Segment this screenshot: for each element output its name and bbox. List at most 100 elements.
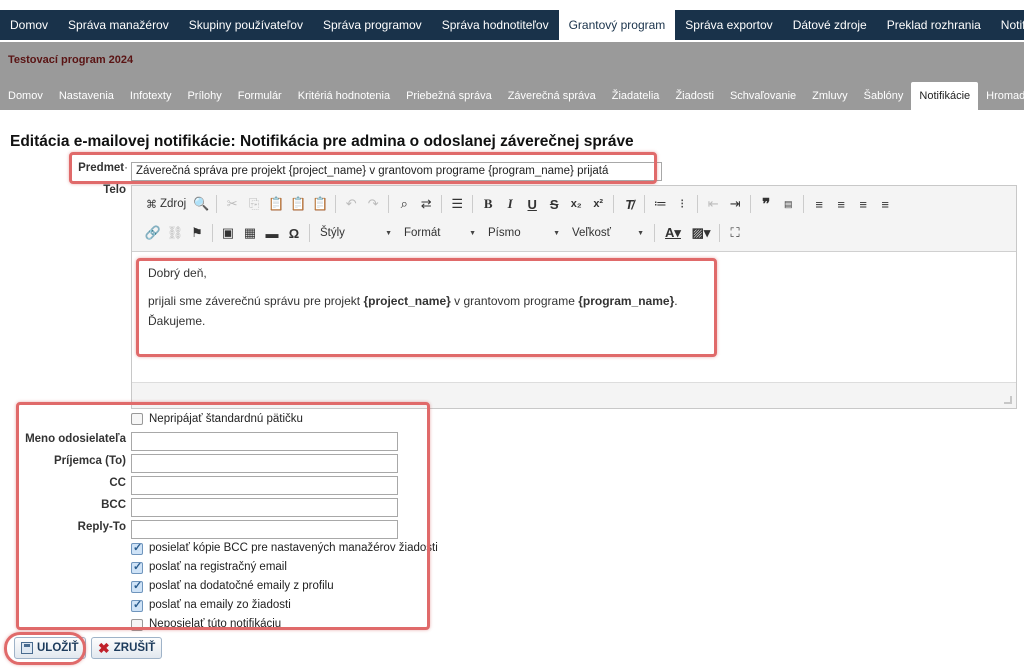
paste-text-icon[interactable]: 📋 xyxy=(287,193,309,215)
align-justify-icon[interactable]: ≡ xyxy=(874,193,896,215)
no-footer-checkbox[interactable] xyxy=(131,413,143,425)
format-dropdown[interactable]: Formát ▼ xyxy=(398,222,482,244)
option-label: posielať kópie BCC pre nastavených manaž… xyxy=(149,542,438,554)
bcc-input[interactable] xyxy=(131,498,398,517)
select-all-icon[interactable]: ☰ xyxy=(446,193,468,215)
sub-nav-item[interactable]: Priebežná správa xyxy=(398,82,500,110)
outdent-icon[interactable]: ⇤ xyxy=(702,193,724,215)
font-dropdown[interactable]: Písmo ▼ xyxy=(482,222,566,244)
top-nav-item[interactable]: Správa manažérov xyxy=(58,10,179,40)
top-nav-item[interactable]: Správa programov xyxy=(313,10,432,40)
cc-input[interactable] xyxy=(131,476,398,495)
div-icon[interactable]: ▤ xyxy=(777,193,799,215)
sub-nav-item[interactable]: Notifikácie xyxy=(911,82,979,110)
option-label: poslať na emaily zo žiadosti xyxy=(149,599,291,611)
top-nav-item[interactable]: Grantový program xyxy=(558,10,676,40)
sub-nav-item[interactable]: Šablóny xyxy=(856,82,912,110)
special-char-icon[interactable]: Ω xyxy=(283,222,305,244)
horizontal-line-icon[interactable]: ▬ xyxy=(261,222,283,244)
background-color-icon[interactable]: ▨▾ xyxy=(687,222,715,244)
top-nav-item[interactable]: Preklad rozhrania xyxy=(877,10,991,40)
underline-icon[interactable]: U xyxy=(521,193,543,215)
sub-nav: Domov Nastavenia Infotexty Prílohy Formulár K… xyxy=(0,78,1024,110)
remove-format-icon[interactable]: T̸ xyxy=(618,193,640,215)
sender-input[interactable] xyxy=(131,432,398,451)
cancel-button[interactable]: ✖ ZRUŠIŤ xyxy=(91,637,163,659)
cut-icon[interactable]: ✂ xyxy=(221,193,243,215)
image-icon[interactable]: ▣ xyxy=(217,222,239,244)
replace-icon[interactable]: ⇄ xyxy=(415,193,437,215)
option-checkbox[interactable] xyxy=(131,560,143,574)
save-button[interactable]: ULOŽIŤ xyxy=(14,637,86,659)
strikethrough-icon[interactable]: S xyxy=(543,193,565,215)
anchor-flag-icon[interactable]: ⚑ xyxy=(186,222,208,244)
editor-content[interactable]: Dobrý deň, prijali sme záverečnú správu … xyxy=(148,264,678,340)
sub-nav-item[interactable]: Prílohy xyxy=(179,82,229,110)
top-nav-item[interactable]: Skupiny používateľov xyxy=(179,10,313,40)
numbered-list-icon[interactable]: ≔ xyxy=(649,193,671,215)
subscript-icon[interactable]: x₂ xyxy=(565,193,587,215)
subject-input[interactable]: Záverečná správa pre projekt {project_na… xyxy=(131,162,662,181)
redo-icon[interactable]: ↷ xyxy=(362,193,384,215)
top-nav-item[interactable]: Notifikácie xyxy=(991,10,1024,40)
toolbar-separator xyxy=(719,224,720,242)
top-nav-item[interactable]: Správa hodnotiteľov xyxy=(432,10,559,40)
sub-nav-item[interactable]: Kritériá hodnotenia xyxy=(290,82,398,110)
toolbar-separator xyxy=(750,195,752,213)
preview-icon[interactable]: 🔍 xyxy=(190,193,212,215)
italic-icon[interactable]: I xyxy=(499,193,521,215)
top-nav-item[interactable]: Správa exportov xyxy=(675,10,782,40)
toolbar-separator xyxy=(613,195,615,213)
table-icon[interactable]: ▦ xyxy=(239,222,261,244)
size-dropdown[interactable]: Veľkosť ▼ xyxy=(566,222,650,244)
find-icon[interactable]: ⌕ xyxy=(393,193,415,215)
chevron-down-icon: ▼ xyxy=(385,229,392,237)
paste-icon[interactable]: 📋 xyxy=(265,193,287,215)
sub-nav-item[interactable]: Žiadatelia xyxy=(604,82,668,110)
toolbar-separator xyxy=(212,224,213,242)
sub-nav-item[interactable]: Schvaľovanie xyxy=(722,82,804,110)
undo-icon[interactable]: ↶ xyxy=(340,193,362,215)
option-checkbox[interactable] xyxy=(131,541,143,555)
indent-icon[interactable]: ⇥ xyxy=(724,193,746,215)
chevron-down-icon: ▼ xyxy=(553,229,560,237)
sub-nav-item[interactable]: Zmluvy xyxy=(804,82,855,110)
toolbar-separator xyxy=(216,195,218,213)
bulleted-list-icon[interactable]: ⁝ xyxy=(671,193,693,215)
source-button[interactable]: ⌘ Zdroj xyxy=(142,193,190,215)
sub-nav-item[interactable]: Záverečná správa xyxy=(500,82,604,110)
option-checkbox[interactable] xyxy=(131,598,143,612)
option-checkbox[interactable] xyxy=(131,579,143,593)
top-nav-item[interactable]: Domov xyxy=(0,10,58,40)
source-label: Zdroj xyxy=(160,198,187,210)
option-checkbox[interactable] xyxy=(131,619,143,631)
paste-word-icon[interactable]: 📋 xyxy=(309,193,331,215)
chevron-down-icon: ▼ xyxy=(469,229,476,237)
top-nav-item[interactable]: Dátové zdroje xyxy=(783,10,877,40)
bold-icon[interactable]: B xyxy=(477,193,499,215)
sub-nav-item[interactable]: Hromadné noti xyxy=(978,82,1024,110)
toolbar-separator xyxy=(697,195,699,213)
superscript-icon[interactable]: x² xyxy=(587,193,609,215)
align-left-icon[interactable]: ≡ xyxy=(808,193,830,215)
sub-nav-item[interactable]: Domov xyxy=(0,82,51,110)
copy-icon[interactable]: ⎘ xyxy=(243,193,265,215)
to-input[interactable] xyxy=(131,454,398,473)
unlink-icon[interactable]: ⛓ xyxy=(164,222,186,244)
resize-handle-icon[interactable] xyxy=(1004,396,1012,404)
link-icon[interactable]: 🔗 xyxy=(142,222,164,244)
toolbar-row-1: ⌘ Zdroj 🔍 ✂ ⎘ 📋 📋 📋 ↶ ↷ ⌕ ⇄ ☰ B I U S x₂ … xyxy=(142,193,896,215)
text-color-icon[interactable]: A▾ xyxy=(659,222,687,244)
sub-nav-item[interactable]: Nastavenia xyxy=(51,82,122,110)
blockquote-icon[interactable]: ❞ xyxy=(755,193,777,215)
maximize-icon[interactable]: ⛶ xyxy=(724,222,746,244)
align-center-icon[interactable]: ≡ xyxy=(830,193,852,215)
replyto-input[interactable] xyxy=(131,520,398,539)
sub-nav-item[interactable]: Infotexty xyxy=(122,82,180,110)
rich-text-editor[interactable]: ⌘ Zdroj 🔍 ✂ ⎘ 📋 📋 📋 ↶ ↷ ⌕ ⇄ ☰ B I U S x₂ … xyxy=(131,185,1017,409)
toolbar-separator xyxy=(472,195,474,213)
sub-nav-item[interactable]: Žiadosti xyxy=(667,82,722,110)
styles-dropdown[interactable]: Štýly ▼ xyxy=(314,222,398,244)
sub-nav-item[interactable]: Formulár xyxy=(230,82,290,110)
align-right-icon[interactable]: ≡ xyxy=(852,193,874,215)
